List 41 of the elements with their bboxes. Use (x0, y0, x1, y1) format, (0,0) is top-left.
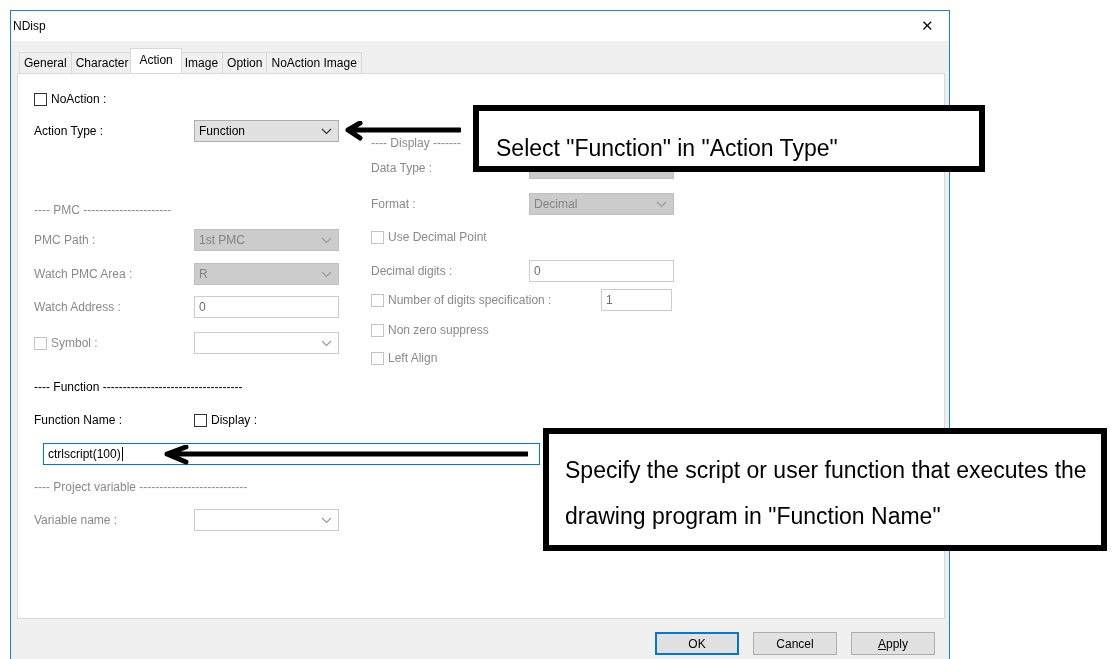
field-label: Data Type : (371, 161, 434, 175)
checkbox-label: Non zero suppress (388, 323, 489, 337)
section-header: ---- Display ------- (371, 136, 461, 150)
field-label: Action Type : (34, 124, 105, 138)
checkbox-label: Use Decimal Point (388, 230, 487, 244)
dialog-button[interactable]: Apply (851, 632, 935, 655)
tab[interactable]: NoAction Image (266, 52, 362, 73)
chevron-down-icon (656, 200, 667, 208)
section-header: ---- Function ----------------------------------- (34, 380, 243, 394)
chevron-down-icon (321, 270, 332, 278)
dialog-button[interactable]: Cancel (753, 632, 837, 655)
checkbox-label: Display : (211, 413, 257, 427)
section-header: ---- Project variable --------------------------- (34, 480, 248, 494)
field-label: Watch PMC Area : (34, 267, 134, 281)
dropdown[interactable]: Function (194, 120, 339, 142)
field-label: Variable name : (34, 513, 119, 527)
checkbox[interactable] (34, 92, 47, 106)
checkbox-label: Symbol : (51, 336, 99, 350)
checkbox-label: Left Align (388, 351, 438, 365)
dialog-button[interactable]: OK (655, 632, 739, 655)
chevron-down-icon (321, 516, 332, 524)
tab[interactable]: Action (130, 48, 182, 73)
tab[interactable]: Image (179, 52, 224, 73)
chevron-down-icon (321, 236, 332, 244)
callout-text: Specify the script or user function that executes the drawing program in "Function Name" (565, 456, 1088, 531)
field-label: Watch Address : (34, 300, 122, 314)
tab[interactable]: General (19, 52, 72, 73)
close-icon[interactable]: ✕ (905, 17, 949, 35)
checkbox[interactable] (194, 413, 207, 427)
field-label: Function Name : (34, 413, 124, 427)
chevron-down-icon (321, 339, 332, 347)
chevron-down-icon (321, 127, 332, 135)
tab[interactable]: Option (222, 52, 268, 73)
callout-text: Select "Function" in "Action Type" (496, 134, 839, 162)
field-label: Format : (371, 197, 417, 211)
checkbox-label: Number of digits specification : (388, 293, 553, 307)
field-label: Decimal digits : (371, 264, 454, 278)
checkbox-label: NoAction : (51, 92, 107, 106)
window-title: NDisp (13, 19, 46, 33)
field-label: PMC Path : (34, 233, 97, 247)
section-header: ---- PMC ---------------------- (34, 203, 172, 217)
